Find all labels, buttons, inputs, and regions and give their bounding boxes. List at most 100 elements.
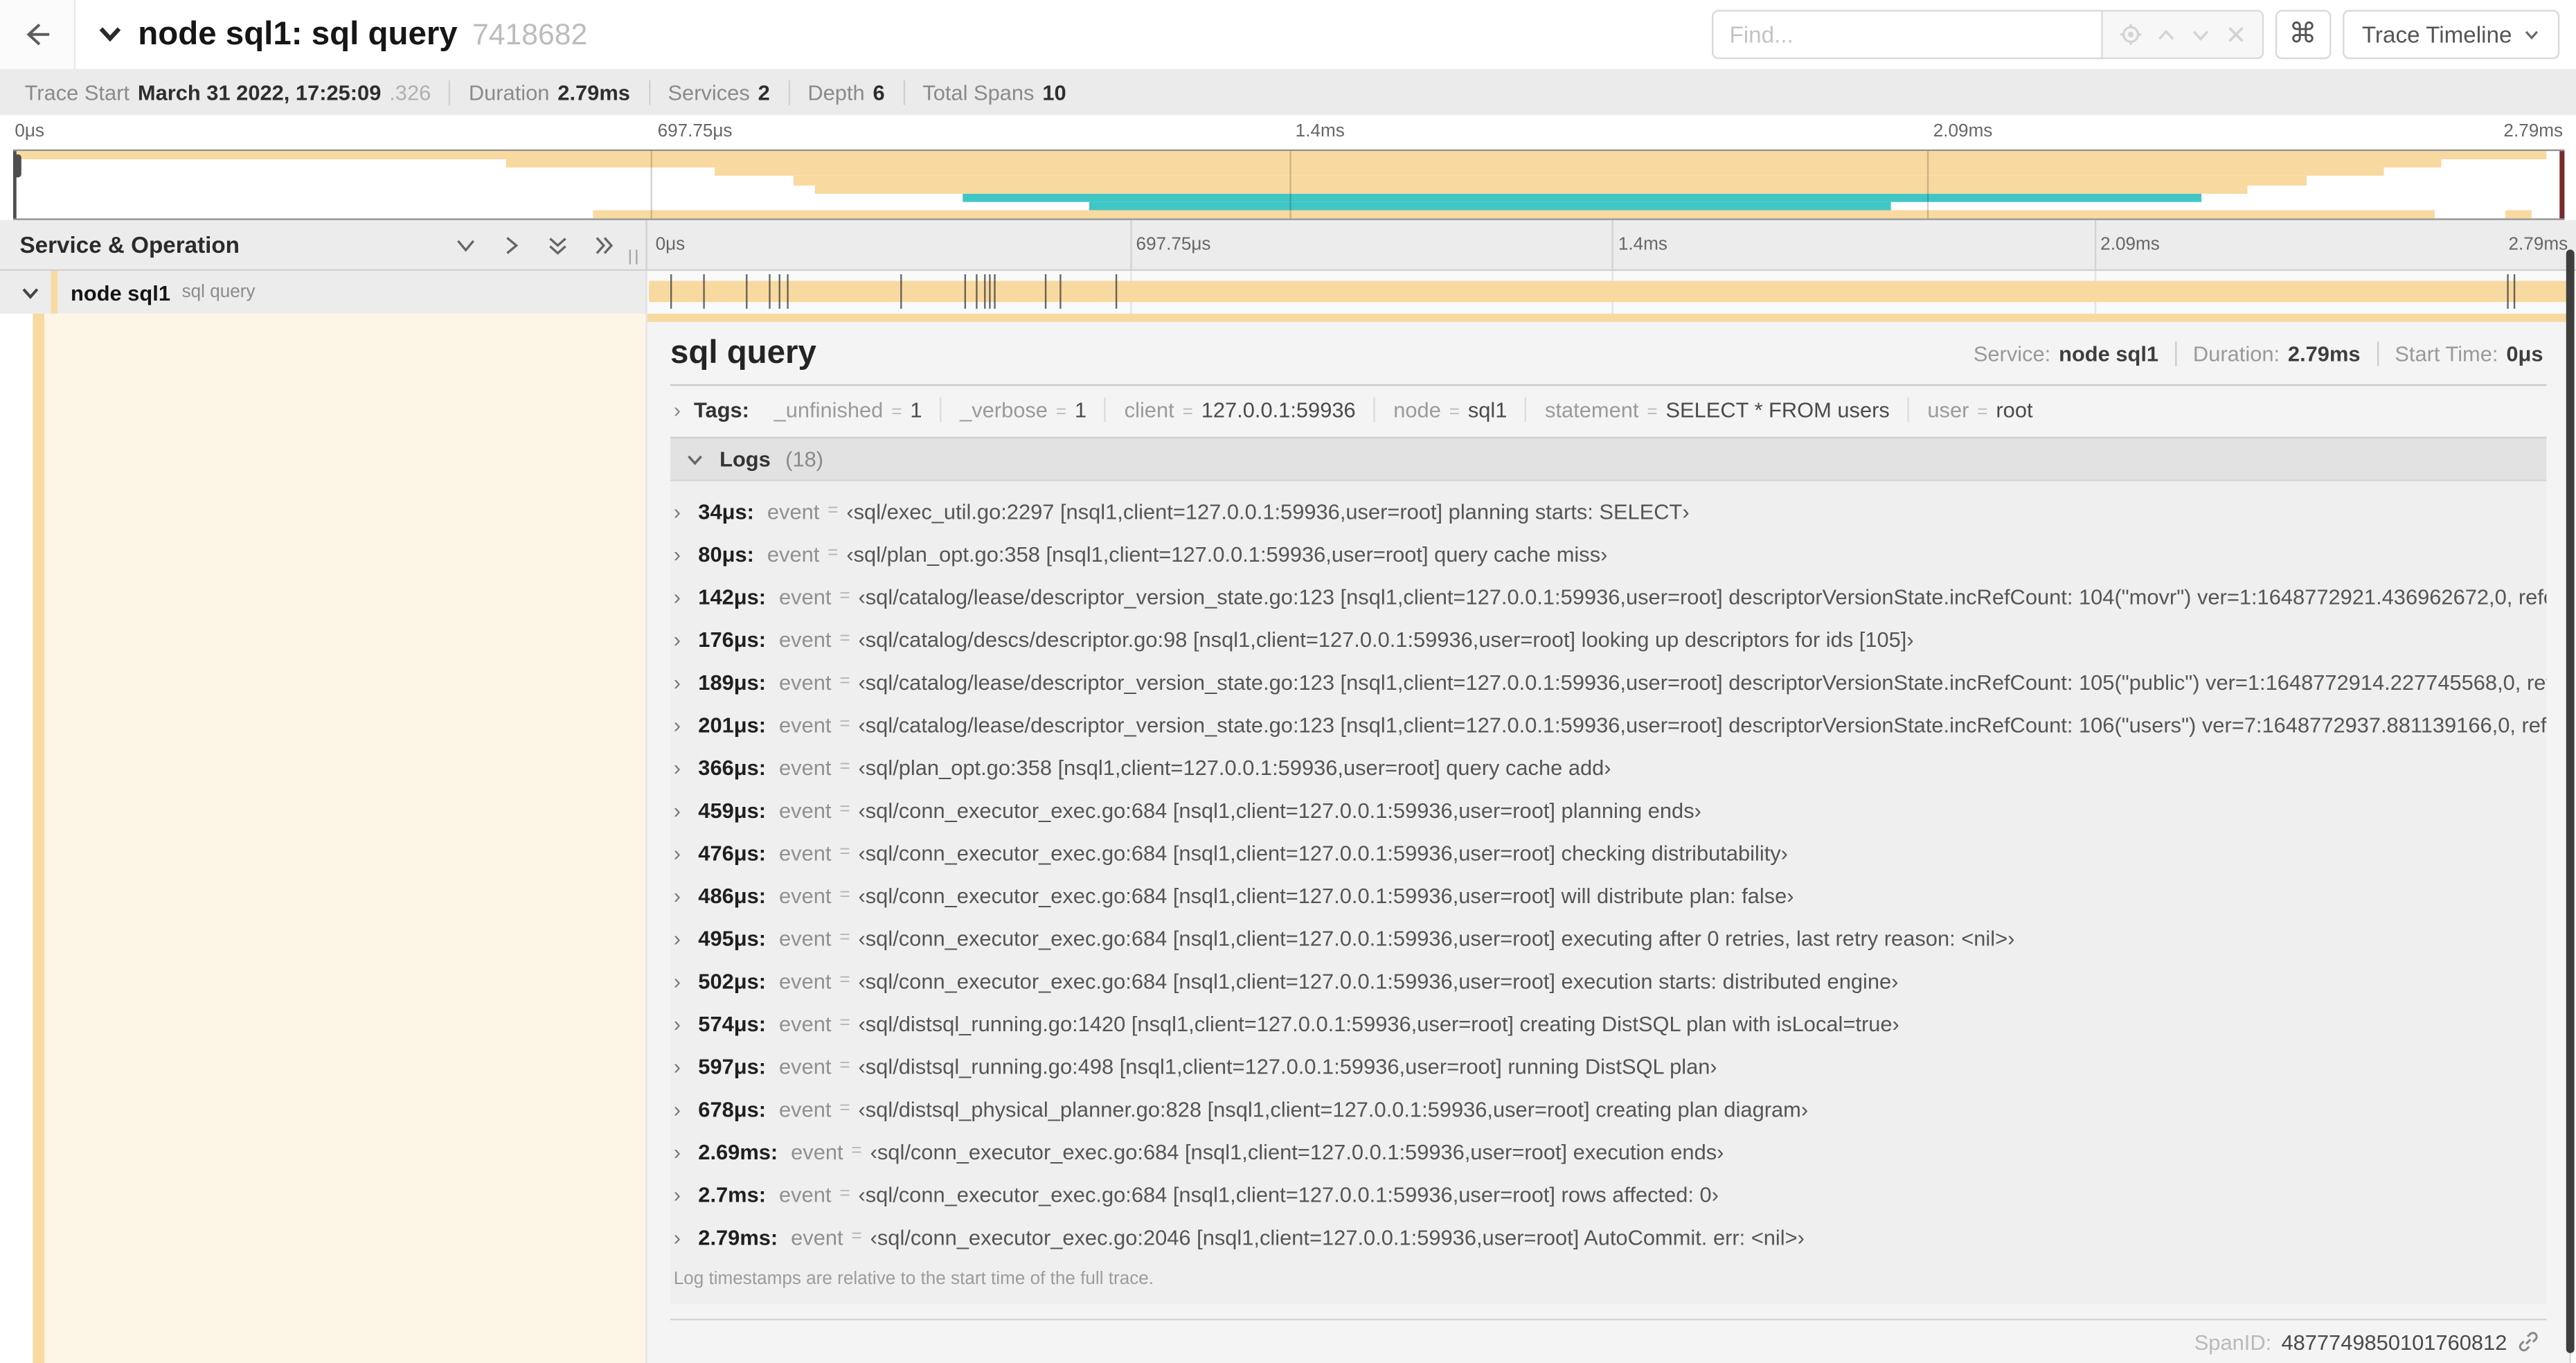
log-entry-row[interactable]: › 80μs: event = ‹sql/plan_opt.go:358 [nsql1,… xyxy=(674,532,2547,575)
log-marker xyxy=(976,274,978,309)
service-operation-header-cell: Service & Operation xyxy=(0,220,647,269)
service-operation-label: Service & Operation xyxy=(19,231,240,258)
log-entry-row[interactable]: › 459μs: event = ‹sql/conn_executor_exec.go:… xyxy=(674,788,2547,831)
timeline-tick-label: 0μs xyxy=(15,121,44,141)
expand-log-chevron-icon: › xyxy=(673,1096,681,1121)
title-group: node sql1: sql query 7418682 xyxy=(97,16,587,54)
expand-log-chevron-icon: › xyxy=(673,1010,681,1035)
expand-all-icon[interactable] xyxy=(546,233,571,258)
log-marker xyxy=(702,274,704,309)
span-bar-cell[interactable] xyxy=(647,271,2576,314)
top-bar: node sql1: sql query 7418682 ⌘ Trace Tim… xyxy=(0,0,2576,69)
span-tag: node = sql1 xyxy=(1373,396,1526,422)
match-locate-icon[interactable] xyxy=(2119,23,2142,46)
log-marker xyxy=(1059,274,1062,309)
span-detail-indent-column xyxy=(0,313,647,1363)
log-entry-row[interactable]: › 142μs: event = ‹sql/catalog/lease/descript… xyxy=(674,575,2547,618)
span-name-cell[interactable]: node sql1 sql query xyxy=(0,271,647,314)
log-entry-row[interactable]: › 502μs: event = ‹sql/conn_executor_exec.go:… xyxy=(674,959,2547,1002)
log-entry-row[interactable]: › 597μs: event = ‹sql/distsql_running.go:498… xyxy=(674,1044,2547,1087)
find-group xyxy=(1711,10,2264,60)
minimap-right-scrubber[interactable] xyxy=(2559,151,2565,219)
log-entry-row[interactable]: › 176μs: event = ‹sql/catalog/descs/descript… xyxy=(674,618,2547,661)
timeline-tick-label: 0μs xyxy=(655,235,686,255)
span-tag: statement = SELECT * FROM users xyxy=(1525,396,1908,422)
spanid-value: 4877749850101760812 xyxy=(2281,1329,2507,1354)
span-detail-panel: sql query Service: node sql1 Duration: 2.79… xyxy=(647,313,2571,1363)
span-children-chevron-icon[interactable] xyxy=(19,282,41,303)
expand-log-chevron-icon: › xyxy=(673,1139,681,1164)
expand-one-level-icon[interactable] xyxy=(454,233,478,258)
minimap-canvas[interactable] xyxy=(12,149,2565,220)
ruler-gridline xyxy=(1129,220,1132,269)
log-entry-row[interactable]: › 486μs: event = ‹sql/conn_executor_exec.go:… xyxy=(674,873,2547,916)
log-marker xyxy=(1044,274,1046,309)
expand-log-chevron-icon: › xyxy=(673,541,681,566)
tags-accordion[interactable]: › Tags: _unfinished = 1 _verbose = 1 client = 12… xyxy=(670,386,2546,431)
collapse-all-icon[interactable] xyxy=(591,233,616,258)
find-input[interactable] xyxy=(1711,10,2103,60)
minimap-span-bar xyxy=(12,151,2547,160)
log-entry-row[interactable]: › 2.7ms: event = ‹sql/conn_executor_exec.go:… xyxy=(674,1173,2547,1215)
expand-log-chevron-icon: › xyxy=(673,583,681,609)
timeline-column-header: Service & Operation 0μs 697.75μs 1.4ms 2.09… xyxy=(0,220,2576,271)
log-entry-row[interactable]: › 34μs: event = ‹sql/exec_util.go:2297 [nsql… xyxy=(674,490,2547,533)
keyboard-shortcuts-button[interactable]: ⌘ xyxy=(2275,10,2331,60)
spanid-label: SpanID: xyxy=(2194,1329,2272,1354)
expand-log-chevron-icon: › xyxy=(673,1181,681,1206)
find-addon xyxy=(2102,10,2264,60)
clear-find-icon[interactable] xyxy=(2226,25,2245,44)
span-tag: user = root xyxy=(1907,396,2051,422)
log-entry-row[interactable]: › 201μs: event = ‹sql/catalog/lease/descript… xyxy=(674,703,2547,746)
minimap-left-scrubber[interactable] xyxy=(12,151,21,219)
expand-log-chevron-icon: › xyxy=(673,968,681,993)
trace-view-dropdown[interactable]: Trace Timeline xyxy=(2342,10,2560,60)
trace-summary-bar: Trace Start March 31 2022, 17:25:09.326 Du… xyxy=(0,69,2576,115)
span-detail-footer: SpanID: 4877749850101760812 xyxy=(670,1318,2547,1363)
span-meta-item: Duration: 2.79ms xyxy=(2174,340,2377,366)
span-meta-item: Service: node sql1 xyxy=(1973,340,2159,366)
timeline-tick-label: 2.09ms xyxy=(1933,121,1993,141)
expand-log-chevron-icon: › xyxy=(673,925,681,950)
span-service-name: node sql1 xyxy=(71,280,170,305)
back-button[interactable] xyxy=(0,0,76,69)
vertical-scrollbar[interactable] xyxy=(2566,249,2575,1353)
trace-view-dropdown-label: Trace Timeline xyxy=(2361,21,2512,48)
log-entry-row[interactable]: › 678μs: event = ‹sql/distsql_physical_plann… xyxy=(674,1087,2547,1130)
log-marker xyxy=(670,274,673,309)
log-entry-row[interactable]: › 2.69ms: event = ‹sql/conn_executor_exec.go… xyxy=(674,1130,2547,1173)
span-duration-bar[interactable] xyxy=(649,280,2575,303)
span-row[interactable]: node sql1 sql query xyxy=(0,271,2576,314)
timeline-tick-label: 2.79ms xyxy=(2508,235,2568,255)
deep-link-icon[interactable] xyxy=(2517,1330,2540,1353)
expand-log-chevron-icon: › xyxy=(673,626,681,652)
log-entry-row[interactable]: › 366μs: event = ‹sql/plan_opt.go:358 [nsql1… xyxy=(674,745,2547,788)
collapse-trace-chevron-icon[interactable] xyxy=(97,21,123,48)
trace-summary-item: Services 2 xyxy=(648,79,788,105)
log-marker xyxy=(786,274,788,309)
column-resizer[interactable] xyxy=(629,249,638,265)
span-tag: _verbose = 1 xyxy=(940,396,1105,422)
log-marker xyxy=(769,274,771,309)
log-entry-row[interactable]: › 476μs: event = ‹sql/conn_executor_exec.go:… xyxy=(674,831,2547,874)
log-entry-row[interactable]: › 495μs: event = ‹sql/conn_executor_exec.go:… xyxy=(674,916,2547,959)
expand-log-chevron-icon: › xyxy=(673,839,681,865)
expand-log-chevron-icon: › xyxy=(673,797,681,822)
collapse-one-level-icon[interactable] xyxy=(499,233,524,258)
span-tag: client = 127.0.0.1:59936 xyxy=(1104,396,1374,422)
timeline-ruler: 0μs 697.75μs 1.4ms 2.09ms 2.79ms xyxy=(647,220,2576,269)
log-entry-row[interactable]: › 2.79ms: event = ‹sql/conn_executor_exec.go… xyxy=(674,1215,2547,1258)
next-match-icon[interactable] xyxy=(2190,24,2212,45)
prev-match-icon[interactable] xyxy=(2156,24,2177,45)
logs-label: Logs xyxy=(719,446,771,472)
logs-accordion: Logs (18) › 34μs: event = ‹sql/exec_util.go:… xyxy=(670,436,2547,1304)
logs-accordion-header[interactable]: Logs (18) xyxy=(670,436,2547,481)
log-entry-row[interactable]: › 189μs: event = ‹sql/catalog/lease/descript… xyxy=(674,660,2547,703)
span-accent-bar xyxy=(647,313,2570,322)
log-marker xyxy=(778,274,780,309)
tags-list: _unfinished = 1 _verbose = 1 client = 127.0.0.1:… xyxy=(755,396,2051,422)
ruler-gridline xyxy=(2093,220,2096,269)
arrow-left-icon xyxy=(21,18,53,51)
logs-footnote: Log timestamps are relative to the start… xyxy=(673,1269,1154,1290)
log-entry-row[interactable]: › 574μs: event = ‹sql/distsql_running.go:142… xyxy=(674,1001,2547,1044)
